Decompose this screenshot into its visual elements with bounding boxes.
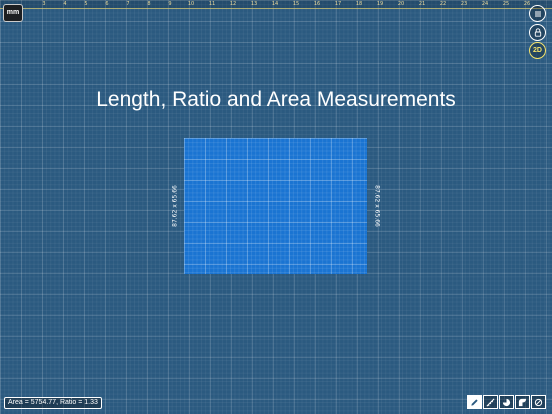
ruler-number: 7 xyxy=(126,1,130,7)
menu-icon xyxy=(534,11,541,16)
left-measure-label: 87.62 x 65.66 xyxy=(171,185,179,227)
ruler-number: 13 xyxy=(250,1,258,7)
protractor-tool-icon xyxy=(534,398,543,406)
ruler-number: 16 xyxy=(313,1,321,7)
right-measure-label: 87.62 x 65.66 xyxy=(373,185,381,227)
unit-button[interactable]: mm xyxy=(3,4,23,22)
ruler-number: 3 xyxy=(42,1,46,7)
pie-tool-icon xyxy=(502,398,511,406)
menu-button[interactable] xyxy=(529,5,546,22)
ruler-number: 9 xyxy=(168,1,172,7)
measure-tool-button[interactable] xyxy=(483,395,498,409)
ruler-number: 11 xyxy=(208,1,216,7)
shape-tool-icon xyxy=(518,398,527,406)
tool-palette xyxy=(467,395,546,409)
ruler-number: 12 xyxy=(229,1,237,7)
ruler-number: 17 xyxy=(334,1,342,7)
area-ratio-status: Area = 5754.77, Ratio = 1.33 xyxy=(4,397,102,409)
ruler-number: 20 xyxy=(397,1,405,7)
measure-tool-icon xyxy=(486,398,495,406)
top-ruler: 3 4 5 6 7 8 9 10 11 12 13 14 15 16 17 18 19 20 21 22 23 24 25 2… xyxy=(0,0,552,9)
page-title: Length, Ratio and Area Measurements xyxy=(96,88,456,111)
ruler-number: 15 xyxy=(292,1,300,7)
ruler-number: 21 xyxy=(418,1,426,7)
ruler-number: 4 xyxy=(63,1,67,7)
pie-tool-button[interactable] xyxy=(499,395,514,409)
ruler-number: 26 xyxy=(523,1,531,7)
ruler-number: 25 xyxy=(502,1,510,7)
ruler-number: 10 xyxy=(187,1,195,7)
view-mode-2d-button[interactable]: 2D xyxy=(529,42,546,59)
ruler-number: 8 xyxy=(147,1,151,7)
ruler-number: 14 xyxy=(271,1,279,7)
ruler-number: 23 xyxy=(460,1,468,7)
ruler-number: 6 xyxy=(105,1,109,7)
ruler-number: 5 xyxy=(84,1,88,7)
pencil-tool-icon xyxy=(471,398,478,406)
protractor-tool-button[interactable] xyxy=(531,395,546,409)
measured-rectangle[interactable] xyxy=(184,138,367,274)
ruler-number: 22 xyxy=(439,1,447,7)
shape-tool-button[interactable] xyxy=(515,395,530,409)
pencil-tool-button[interactable] xyxy=(467,395,482,409)
ruler-number: 24 xyxy=(481,1,489,7)
lock-button[interactable] xyxy=(529,24,546,41)
ruler-number: 19 xyxy=(376,1,384,7)
ruler-number: 18 xyxy=(355,1,363,7)
lock-icon xyxy=(534,28,541,37)
